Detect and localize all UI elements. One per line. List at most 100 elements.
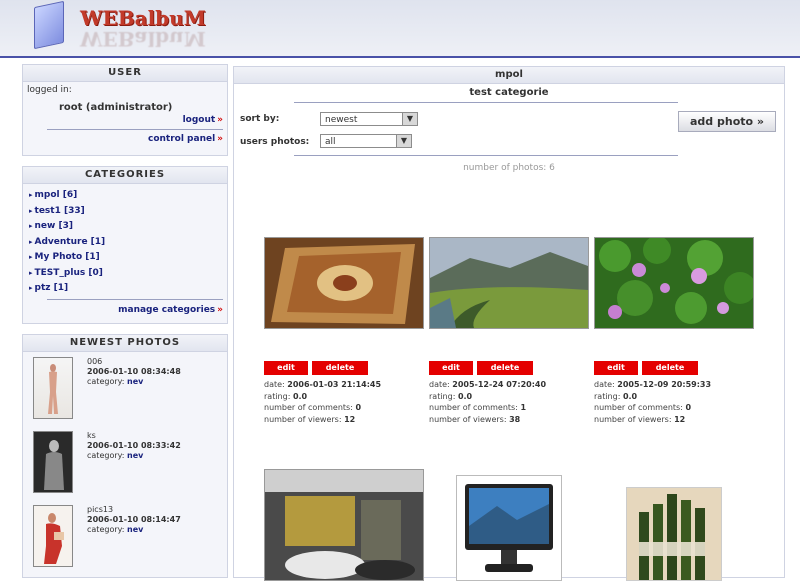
date-label: date:	[594, 380, 615, 389]
triangle-right-icon: ▸	[29, 253, 33, 261]
user-name: root (administrator)	[59, 102, 173, 113]
category-label: category:	[87, 451, 125, 460]
delete-button[interactable]: delete	[642, 361, 698, 375]
photo-thumbnail[interactable]	[264, 237, 424, 329]
photo-actions: edit delete	[264, 361, 422, 375]
newest-photos-panel: NEWEST PHOTOS 006 2006-01-10 08:34:48 ca…	[22, 334, 228, 578]
category-item-label: test1 [33]	[34, 205, 85, 216]
photo-actions: edit delete	[594, 361, 752, 375]
sort-label: sort by:	[240, 114, 280, 124]
categories-panel-title: CATEGORIES	[23, 167, 227, 184]
category-item-label: mpol [6]	[34, 190, 78, 200]
photo-viewers: 38	[509, 414, 521, 424]
photo-thumbnail[interactable]	[626, 487, 722, 581]
manage-categories-link[interactable]: manage categories»	[118, 305, 223, 315]
category-item-label: new [3]	[34, 221, 73, 231]
comments-label: number of comments:	[264, 403, 353, 412]
photo-meta: date: 2005-12-24 07:20:40 rating: 0.0 nu…	[429, 379, 546, 425]
newest-photo-category[interactable]: nev	[127, 525, 143, 534]
add-photo-button[interactable]: add photo »	[678, 111, 776, 132]
photo-thumbnail[interactable]	[264, 469, 424, 581]
category-item[interactable]: ▸ new [3]	[29, 219, 227, 235]
newest-photo-name: 006	[87, 357, 103, 366]
logo-book-icon	[34, 0, 64, 50]
category-item[interactable]: ▸ Adventure [1]	[29, 235, 227, 251]
user-panel-title: USER	[23, 65, 227, 82]
newest-photo-thumbnail[interactable]	[33, 431, 73, 493]
category-item[interactable]: ▸ ptz [1]	[29, 281, 227, 297]
photo-viewers: 12	[344, 414, 356, 424]
date-label: date:	[264, 380, 285, 389]
triangle-right-icon: ▸	[29, 222, 33, 230]
category-item-label: Adventure [1]	[34, 236, 106, 247]
viewers-label: number of viewers:	[429, 414, 507, 424]
divider	[294, 155, 678, 156]
photo-rating: 0.0	[457, 391, 473, 401]
photo-date: 2005-12-09 20:59:33	[617, 380, 712, 389]
control-panel-link[interactable]: control panel»	[148, 134, 223, 144]
category-label: category:	[87, 525, 125, 534]
user-panel: USER logged in: root (administrator) log…	[22, 64, 228, 156]
delete-button[interactable]: delete	[312, 361, 368, 375]
chevron-down-icon: ▼	[396, 135, 411, 147]
newest-photo-date: 2006-01-10 08:14:47	[87, 515, 181, 524]
main-panel: mpol test categorie sort by: newest ▼ us…	[233, 66, 785, 581]
newest-photo-date: 2006-01-10 08:34:48	[87, 367, 181, 376]
logged-in-label: logged in:	[27, 85, 72, 95]
newest-photo-info: pics13 2006-01-10 08:14:47 category: nev	[87, 505, 181, 535]
newest-photo-date: 2006-01-10 08:33:42	[87, 441, 181, 450]
newest-photo-category[interactable]: nev	[127, 377, 143, 386]
category-item[interactable]: ▸ mpol [6]	[29, 188, 227, 204]
newest-photo-thumbnail[interactable]	[33, 357, 73, 419]
logo-reflection: WEBalbuM	[80, 27, 206, 51]
edit-button[interactable]: edit	[264, 361, 308, 375]
photo-comments: 0	[355, 403, 362, 412]
photo-thumbnail[interactable]	[456, 475, 562, 581]
triangle-right-icon: ▸	[29, 268, 33, 277]
photo-comments: 0	[685, 403, 692, 412]
date-label: date:	[429, 380, 450, 389]
photo-comments: 1	[520, 403, 527, 412]
category-item-label: TEST_plus [0]	[34, 267, 103, 278]
newest-photos-title: NEWEST PHOTOS	[23, 335, 227, 352]
category-item[interactable]: ▸ My Photo [1]	[29, 250, 227, 266]
edit-button[interactable]: edit	[594, 361, 638, 375]
newest-photo-info: ks 2006-01-10 08:33:42 category: nev	[87, 431, 181, 461]
users-photos-select[interactable]: all ▼	[320, 134, 412, 148]
sort-select-value: newest	[325, 115, 358, 125]
photo-thumbnail[interactable]	[594, 237, 754, 329]
logout-label: logout	[182, 115, 216, 125]
divider	[47, 299, 223, 300]
delete-button[interactable]: delete	[477, 361, 533, 375]
photo-meta: date: 2006-01-03 21:14:45 rating: 0.0 nu…	[264, 379, 381, 425]
newest-photo-name: ks	[87, 431, 96, 440]
sort-select[interactable]: newest ▼	[320, 112, 418, 126]
chevron-down-icon: ▼	[402, 113, 417, 125]
manage-arrow-icon: »	[217, 305, 223, 315]
photo-rating: 0.0	[292, 391, 308, 401]
triangle-right-icon: ▸	[29, 206, 33, 215]
photo-count: number of photos: 6	[234, 163, 784, 173]
viewers-label: number of viewers:	[264, 414, 342, 424]
categories-panel: CATEGORIES ▸ mpol [6] ▸ test1 [33] ▸ new [3] ▸…	[22, 166, 228, 324]
users-photos-label: users photos:	[240, 137, 310, 147]
newest-photo-category[interactable]: nev	[127, 451, 143, 460]
photo-date: 2005-12-24 07:20:40	[452, 380, 547, 389]
category-title: test categorie	[469, 87, 549, 98]
newest-photo-thumbnail[interactable]	[33, 505, 73, 567]
category-label: category:	[87, 377, 125, 386]
photo-count-value: 6	[549, 163, 555, 173]
triangle-right-icon: ▸	[29, 284, 33, 292]
control-panel-arrow-icon: »	[217, 134, 223, 144]
category-item[interactable]: ▸ TEST_plus [0]	[29, 266, 227, 282]
photo-thumbnail[interactable]	[429, 237, 589, 329]
logout-link[interactable]: logout»	[183, 115, 223, 125]
category-item[interactable]: ▸ test1 [33]	[29, 204, 227, 220]
edit-button[interactable]: edit	[429, 361, 473, 375]
users-photos-select-value: all	[325, 137, 336, 147]
logout-arrow-icon: »	[217, 115, 223, 125]
photo-date: 2006-01-03 21:14:45	[287, 380, 382, 389]
triangle-right-icon: ▸	[29, 191, 33, 199]
main-user-title: mpol	[234, 67, 784, 84]
category-list: ▸ mpol [6] ▸ test1 [33] ▸ new [3] ▸ Adventure […	[23, 184, 227, 297]
